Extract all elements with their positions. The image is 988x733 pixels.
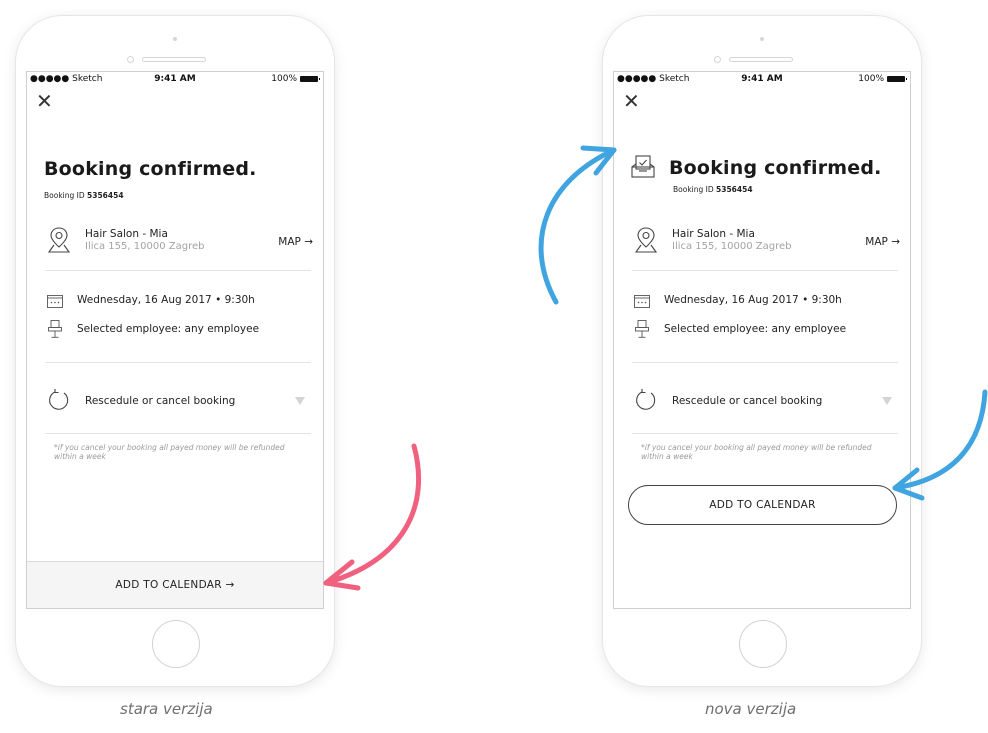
- reschedule-link[interactable]: Rescedule or cancel booking: [85, 395, 235, 407]
- home-button: [739, 620, 787, 668]
- divider: [45, 270, 311, 271]
- refresh-icon: [636, 389, 656, 410]
- battery-icon: [887, 76, 907, 82]
- phone-mockup-old: ●●●●● Sketch 9:41 AM 100% ✕ Booking conf…: [16, 16, 334, 686]
- phone-camera: [760, 37, 764, 41]
- battery-label: 100%: [271, 74, 297, 84]
- divider: [632, 362, 898, 363]
- salon-address: Ilica 155, 10000 Zagreb: [672, 241, 792, 252]
- close-icon[interactable]: ✕: [36, 91, 53, 111]
- page-title: Booking confirmed.: [44, 158, 257, 180]
- selected-employee: Selected employee: any employee: [664, 323, 847, 335]
- map-link[interactable]: MAP →: [278, 236, 313, 248]
- battery-label: 100%: [858, 74, 884, 84]
- screen-old: ●●●●● Sketch 9:41 AM 100% ✕ Booking conf…: [26, 71, 324, 609]
- add-to-calendar-button[interactable]: ADD TO CALENDAR →: [27, 561, 323, 608]
- booking-id: Booking ID 5356454: [44, 191, 124, 200]
- booking-date-time: Wednesday, 16 Aug 2017 • 9:30h: [664, 294, 842, 306]
- phone-speaker: [729, 57, 793, 62]
- status-bar: ●●●●● Sketch 9:41 AM 100%: [27, 74, 323, 88]
- caption-new-version: nova verzija: [705, 700, 797, 718]
- refund-note: *if you cancel your booking all payed mo…: [54, 443, 285, 461]
- booking-id: Booking ID 5356454: [673, 185, 753, 194]
- booking-date-time: Wednesday, 16 Aug 2017 • 9:30h: [77, 294, 255, 306]
- divider: [45, 433, 311, 434]
- triangle-down-icon[interactable]: [882, 397, 892, 405]
- phone-camera: [173, 37, 177, 41]
- phone-speaker: [142, 57, 206, 62]
- status-bar: ●●●●● Sketch 9:41 AM 100%: [614, 74, 910, 88]
- pink-arrow-icon: [323, 443, 422, 591]
- salon-name: Hair Salon - Mia: [672, 228, 755, 240]
- add-to-calendar-button[interactable]: ADD TO CALENDAR: [628, 485, 897, 525]
- phone-mockup-new: ●●●●● Sketch 9:41 AM 100% ✕ Booking conf…: [603, 16, 921, 686]
- location-pin-icon: [47, 227, 71, 253]
- caption-old-version: stara verzija: [120, 700, 213, 718]
- triangle-down-icon[interactable]: [295, 397, 305, 405]
- screen-new: ●●●●● Sketch 9:41 AM 100% ✕ Booking conf…: [613, 71, 911, 609]
- battery-icon: [300, 76, 320, 82]
- phone-sensor: [714, 56, 721, 63]
- reschedule-link[interactable]: Rescedule or cancel booking: [672, 395, 822, 407]
- divider: [45, 362, 311, 363]
- selected-employee: Selected employee: any employee: [77, 323, 260, 335]
- chair-icon: [48, 320, 62, 338]
- divider: [632, 270, 898, 271]
- location-pin-icon: [634, 227, 658, 253]
- calendar-icon: [634, 295, 650, 308]
- refund-note: *if you cancel your booking all payed mo…: [641, 443, 872, 461]
- refresh-icon: [49, 389, 69, 410]
- home-button: [152, 620, 200, 668]
- map-link[interactable]: MAP →: [865, 236, 900, 248]
- salon-address: Ilica 155, 10000 Zagreb: [85, 241, 205, 252]
- chair-icon: [635, 320, 649, 338]
- close-icon[interactable]: ✕: [623, 91, 640, 111]
- calendar-icon: [47, 295, 63, 308]
- calendar-check-icon: [631, 155, 655, 178]
- divider: [632, 433, 898, 434]
- phone-sensor: [127, 56, 134, 63]
- booking-id-value: 5356454: [87, 191, 124, 200]
- page-title: Booking confirmed.: [669, 157, 882, 179]
- booking-id-value: 5356454: [716, 185, 753, 194]
- salon-name: Hair Salon - Mia: [85, 228, 168, 240]
